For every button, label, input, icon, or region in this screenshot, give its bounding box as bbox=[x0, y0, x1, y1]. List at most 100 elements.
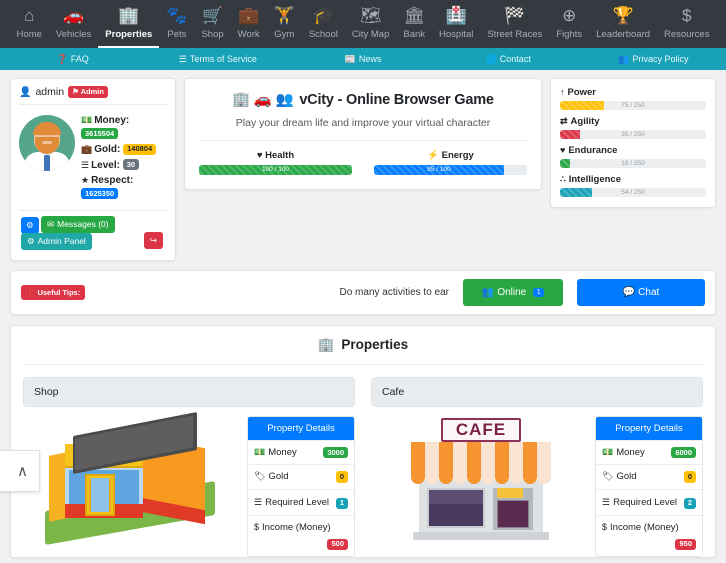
attribute-label: ∴ Intelligence bbox=[560, 174, 621, 185]
online-button[interactable]: 👥 Online 1 bbox=[463, 279, 563, 306]
nav-item-home[interactable]: ⌂ Home bbox=[10, 0, 49, 48]
property-details-table: Property Details 💵 Money 3000 🏷 Gold 0 ☰ Require… bbox=[247, 416, 355, 557]
crosshair-icon: ⊕ bbox=[562, 5, 577, 25]
progress-track: 75 / 250 bbox=[560, 101, 706, 110]
user-profile-card: 👤 admin ⚑ Admin 💵 Money: 3615504 💼 Gold:… bbox=[10, 78, 176, 261]
stat-level: ☰ Level: 30 bbox=[81, 159, 156, 173]
progress-text: 35 / 250 bbox=[621, 130, 645, 138]
newspaper-icon: 📰 bbox=[344, 53, 356, 64]
progress-track: 100 / 100 bbox=[199, 165, 352, 175]
nav-item-school[interactable]: 🎓 School bbox=[302, 0, 345, 48]
property-name[interactable]: Cafe bbox=[371, 377, 703, 407]
role-badge-icon: ⚑ bbox=[72, 86, 79, 96]
chat-button[interactable]: 💬 Chat bbox=[577, 279, 705, 306]
detail-label: 🏷 Gold bbox=[602, 471, 637, 483]
respect-label: Respect: bbox=[91, 175, 134, 186]
subnav-item-news[interactable]: 📰 News bbox=[290, 54, 435, 65]
nav-item-properties[interactable]: 🏢 Properties bbox=[98, 0, 160, 48]
chevron-up-icon: ∧ bbox=[17, 463, 28, 480]
nav-item-vehicles[interactable]: 🚗 Vehicles bbox=[49, 0, 98, 48]
property-image: CAFE bbox=[371, 416, 587, 544]
online-label: Online bbox=[497, 287, 527, 298]
detail-value: 3000 bbox=[323, 447, 348, 459]
subnav-item-label: FAQ bbox=[70, 53, 89, 64]
envelope-icon: ✉ bbox=[47, 219, 55, 229]
nav-item-label: Hospital bbox=[439, 28, 474, 40]
attribute-agility: ⇄ Agility 35 / 250 bbox=[560, 116, 706, 139]
detail-row: 🏷 Gold 0 bbox=[248, 464, 354, 488]
nav-item-work[interactable]: 💼 Work bbox=[231, 0, 267, 48]
detail-label: 💵 Money bbox=[254, 447, 297, 459]
detail-value: 2 bbox=[683, 497, 696, 509]
dashboard-row: 👤 admin ⚑ Admin 💵 Money: 3615504 💼 Gold:… bbox=[10, 78, 716, 261]
subnav-item-label: Terms of Service bbox=[189, 53, 257, 64]
dollar-icon: $ bbox=[602, 521, 608, 532]
nav-item-city-map[interactable]: 🗺 City Map bbox=[345, 0, 396, 48]
vital-health: ♥ Health 100 / 100 bbox=[199, 150, 352, 175]
detail-row: 💵 Money 6000 bbox=[596, 440, 702, 464]
nav-item-pets[interactable]: 🐾 Pets bbox=[159, 0, 194, 48]
property-name[interactable]: Shop bbox=[23, 377, 355, 407]
tips-bar: ❗ Useful Tips: Do many activities to ear… bbox=[10, 270, 716, 315]
chat-label: Chat bbox=[638, 287, 660, 298]
nav-item-street-races[interactable]: 🏁 Street Races bbox=[480, 0, 549, 48]
messages-button[interactable]: ✉ Messages (0) bbox=[41, 216, 115, 234]
property-body: CAFE Property Details 💵 Money 6000 🏷 Gold 0 ☰ Req… bbox=[371, 416, 703, 557]
partial-text-icon: N bbox=[0, 462, 1, 480]
nav-item-label: Street Races bbox=[487, 28, 543, 40]
user-header: 👤 admin ⚑ Admin bbox=[19, 86, 167, 105]
nav-item-gym[interactable]: 🏋 Gym bbox=[267, 0, 302, 48]
bank-icon: 🏛 bbox=[403, 5, 425, 25]
money-bill-icon: 💵 bbox=[254, 447, 266, 458]
nav-item-shop[interactable]: 🛒 Shop bbox=[194, 0, 230, 48]
property-body: SHOP Property Details 💵Money 3000 🏷Gold 0 ☰Req… bbox=[23, 411, 355, 557]
progress-fill bbox=[560, 159, 571, 168]
logout-button[interactable]: ↪ bbox=[143, 232, 163, 250]
page-content: 👤 admin ⚑ Admin 💵 Money: 3615504 💼 Gold:… bbox=[0, 70, 726, 558]
detail-value: 500 bbox=[327, 538, 348, 550]
detail-label: ☰ Required Level bbox=[602, 496, 677, 508]
money-label: Money: bbox=[94, 115, 130, 126]
vital-label: ♥ Health bbox=[256, 150, 295, 161]
settings-button[interactable]: ⚙ bbox=[21, 217, 39, 235]
scroll-to-top-button[interactable]: N ∧ bbox=[0, 450, 40, 492]
level-value: 30 bbox=[122, 159, 140, 171]
username: admin bbox=[35, 86, 65, 98]
trophy-icon: 🏆 bbox=[612, 5, 634, 25]
progress-fill bbox=[560, 101, 604, 110]
detail-row: 💵 Money 3000 bbox=[248, 440, 354, 464]
nav-item-bank[interactable]: 🏛 Bank bbox=[396, 0, 432, 48]
detail-row: ☰ Required Level 2 bbox=[596, 488, 702, 515]
subnav-item-privacy-policy[interactable]: 👥 Privacy Policy bbox=[581, 54, 726, 65]
money-value: 3615504 bbox=[81, 128, 119, 140]
progress-track: 18 / 250 bbox=[560, 159, 706, 168]
nav-item-leaderboard[interactable]: 🏆 Leaderboard bbox=[589, 0, 657, 48]
list-icon: ☰ bbox=[602, 496, 611, 507]
detail-row: $ Income (Money) 500 bbox=[248, 514, 354, 556]
nav-item-fights[interactable]: ⊕ Fights bbox=[549, 0, 589, 48]
detail-value: 1 bbox=[335, 497, 348, 509]
nav-item-hospital[interactable]: 🏥 Hospital bbox=[432, 0, 480, 48]
progress-text: 54 / 250 bbox=[621, 188, 645, 196]
subnav-item-terms-of-service[interactable]: ☰ Terms of Service bbox=[145, 54, 290, 65]
progress-fill: 85 / 100 bbox=[374, 165, 505, 175]
dollar-icon: $ bbox=[254, 521, 260, 532]
money-bill-icon: 💵 bbox=[81, 115, 93, 125]
subnav-item-label: News bbox=[358, 53, 382, 64]
gold-value: 140804 bbox=[123, 143, 157, 155]
nav-item-resources[interactable]: $ Resources bbox=[657, 0, 716, 48]
hospital-icon: 🏥 bbox=[445, 5, 467, 25]
subnav-item-label: Privacy Policy bbox=[632, 53, 689, 64]
subnav-item-faq[interactable]: ❓ FAQ bbox=[0, 54, 145, 65]
detail-label: 💵 Money bbox=[602, 447, 645, 459]
user-actions: ⚙ ✉ Messages (0) ⚙ Admin Panel ↪ bbox=[19, 210, 167, 252]
properties-title-text: Properties bbox=[341, 337, 409, 352]
online-count-badge: 1 bbox=[533, 287, 545, 298]
game-intro-card: 🏢 🚗 👥 vCity - Online Browser Game Play y… bbox=[184, 78, 542, 190]
user-icon: 👤 bbox=[19, 86, 32, 98]
admin-panel-button[interactable]: ⚙ Admin Panel bbox=[21, 233, 92, 251]
gold-label: Gold: bbox=[94, 144, 121, 155]
subnav-item-contact[interactable]: 🌐 Contact bbox=[436, 54, 581, 65]
properties-title: 🏢 Properties bbox=[23, 337, 703, 365]
detail-value: 6000 bbox=[671, 447, 696, 459]
